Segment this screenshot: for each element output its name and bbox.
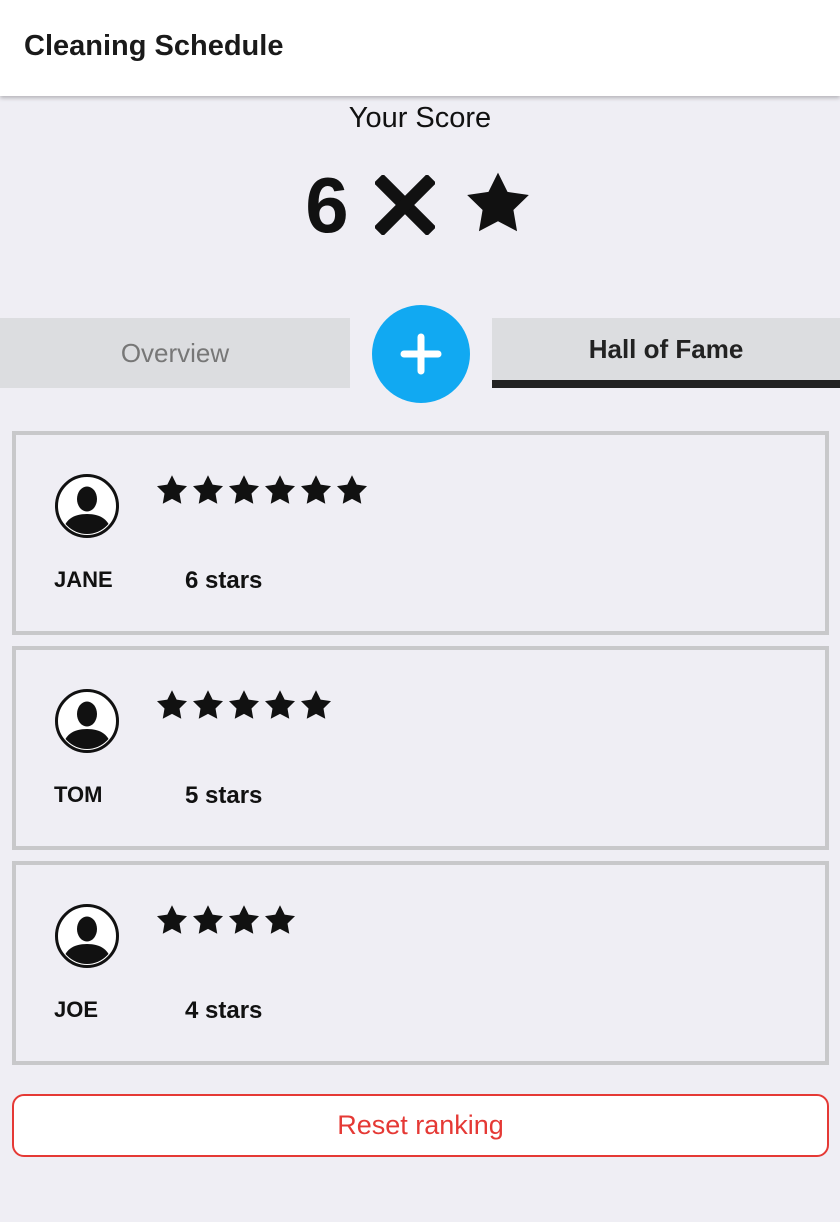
star-icon xyxy=(466,172,529,232)
star-rating xyxy=(154,473,370,513)
star-count: 5 stars xyxy=(185,782,263,809)
app-bar: Cleaning Schedule xyxy=(0,0,840,96)
user-name: JANE xyxy=(54,567,113,592)
user-name: JOE xyxy=(54,997,99,1022)
user-avatar-icon xyxy=(55,904,119,968)
user-avatar-icon xyxy=(55,689,119,753)
add-button[interactable] xyxy=(372,305,470,403)
star-icon xyxy=(193,475,223,504)
star-icon xyxy=(265,690,295,719)
star-icon xyxy=(193,690,223,719)
star-icon xyxy=(229,690,259,719)
star-icon xyxy=(157,690,187,719)
score-display: 6 xyxy=(0,160,840,250)
score-label: Your Score xyxy=(348,102,492,134)
star-icon xyxy=(301,475,331,504)
star-icon xyxy=(337,475,367,504)
star-count: 6 stars xyxy=(185,567,263,594)
times-icon xyxy=(374,175,435,235)
ranking-card: JANE 6 stars xyxy=(12,431,829,635)
avatar xyxy=(54,473,120,539)
tab-hall-of-fame[interactable]: Hall of Fame xyxy=(492,318,840,388)
star-icon xyxy=(193,905,223,934)
star-icon xyxy=(229,475,259,504)
star-rating xyxy=(154,903,298,943)
score-value: 6 xyxy=(305,161,349,249)
ranking-card: TOM 5 stars xyxy=(12,646,829,850)
app-title: Cleaning Schedule xyxy=(24,30,284,62)
plus-icon xyxy=(400,333,442,375)
star-icon xyxy=(265,475,295,504)
star-icon xyxy=(301,690,331,719)
user-avatar-icon xyxy=(55,474,119,538)
user-name: TOM xyxy=(54,782,103,807)
ranking-card: JOE 4 stars xyxy=(12,861,829,1065)
tab-overview[interactable]: Overview xyxy=(0,318,350,388)
star-rating xyxy=(154,688,334,728)
star-count: 4 stars xyxy=(185,997,263,1024)
star-icon xyxy=(265,905,295,934)
star-icon xyxy=(157,905,187,934)
reset-ranking-button[interactable]: Reset ranking xyxy=(12,1094,829,1157)
avatar xyxy=(54,903,120,969)
avatar xyxy=(54,688,120,754)
star-icon xyxy=(229,905,259,934)
star-icon xyxy=(157,475,187,504)
